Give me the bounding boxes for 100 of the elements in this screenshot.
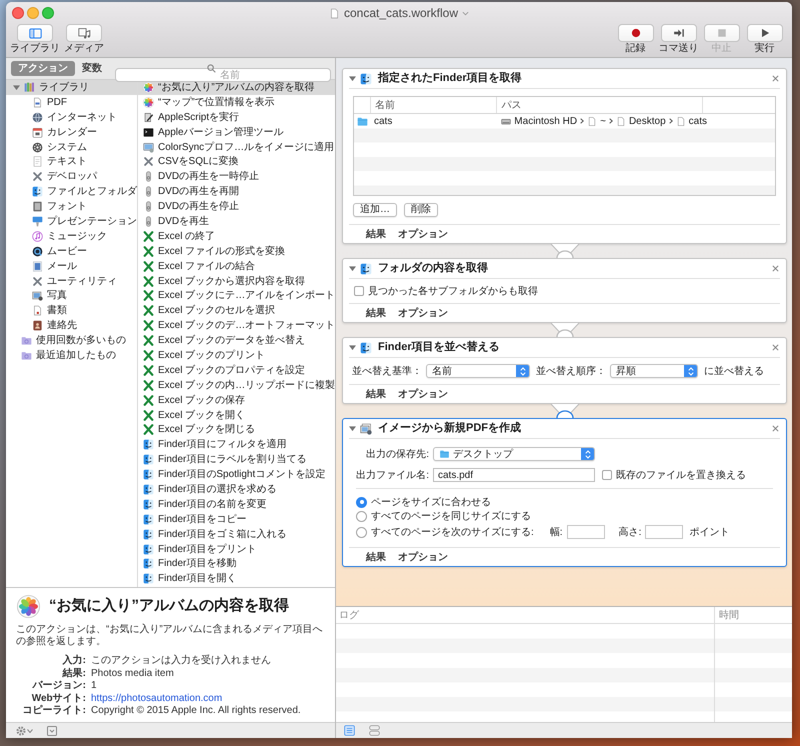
- action-list-item[interactable]: Excel ブックのデ…オートフォーマット: [138, 318, 335, 334]
- action-list-item[interactable]: DVDを再生: [138, 214, 335, 229]
- action-list-item[interactable]: DVDの再生を再開: [138, 184, 335, 200]
- action-list-item[interactable]: DVDの再生を停止: [138, 199, 335, 214]
- action-list-item[interactable]: “マップ”で位置情報を表示: [138, 94, 335, 110]
- library-item[interactable]: ミュージック: [6, 228, 137, 244]
- card-footer-button[interactable]: オプション: [398, 226, 448, 242]
- zoom-button[interactable]: [42, 7, 54, 19]
- split-view-icon[interactable]: [369, 725, 380, 736]
- disclosure-triangle-icon[interactable]: [349, 425, 356, 432]
- card-footer-button[interactable]: オプション: [398, 306, 448, 320]
- action-list-item[interactable]: Finder項目をコピー: [138, 512, 335, 527]
- card-footer-button[interactable]: 結果: [366, 306, 386, 320]
- library-item[interactable]: 書類: [6, 303, 137, 318]
- path-component[interactable]: Macintosh HD: [501, 114, 578, 129]
- checkbox[interactable]: [602, 470, 612, 480]
- radio-button[interactable]: [356, 526, 367, 538]
- column-header[interactable]: 名前: [371, 97, 498, 113]
- run-button[interactable]: [746, 24, 782, 42]
- action-list-item[interactable]: Excel ブックから選択内容を取得: [138, 274, 335, 288]
- action-list-item[interactable]: Finder項目の名前を変更: [138, 496, 335, 512]
- list-view-icon[interactable]: [344, 725, 355, 736]
- library-item[interactable]: デベロッパ: [6, 169, 137, 184]
- card-footer-button[interactable]: 結果: [366, 386, 386, 402]
- library-item[interactable]: 写真: [6, 288, 137, 304]
- action-list-item[interactable]: Excel ブックのデータを並べ替え: [138, 333, 335, 348]
- disclosure-triangle-icon[interactable]: [13, 84, 20, 91]
- library-item[interactable]: プレゼンテーション: [6, 214, 137, 229]
- card-footer-button[interactable]: 結果: [366, 226, 386, 242]
- action-list-item[interactable]: Excel ブックを開く: [138, 408, 335, 422]
- disclosure-triangle-icon[interactable]: [349, 75, 356, 82]
- action-list-item[interactable]: Excel ブックの保存: [138, 392, 335, 408]
- action-list-item[interactable]: Excel ファイルの結合: [138, 258, 335, 274]
- column-header[interactable]: 時間: [714, 607, 792, 623]
- action-list-item[interactable]: Excel ブックにテ…アイルをインポート: [138, 288, 335, 304]
- library-item[interactable]: テキスト: [6, 154, 137, 170]
- action-menu-button[interactable]: [16, 726, 33, 736]
- radio-button[interactable]: [356, 496, 367, 508]
- action-list-item[interactable]: Finder項目をプリント: [138, 542, 335, 556]
- sort-order-popup[interactable]: 昇順: [610, 364, 698, 378]
- library-item[interactable]: 最近追加したもの: [6, 348, 137, 363]
- library-item[interactable]: ファイルとフォルダ: [6, 184, 137, 200]
- library-item[interactable]: ユーティリティ: [6, 274, 137, 288]
- disclosure-triangle-icon[interactable]: [349, 265, 356, 272]
- path-component[interactable]: ~: [587, 114, 606, 129]
- action-list-item[interactable]: Excel ブックの内…リップボードに複製: [138, 378, 335, 393]
- library-item[interactable]: ライブラリ: [6, 80, 137, 95]
- path-component[interactable]: cats: [676, 114, 707, 129]
- sidebar-toggle-button[interactable]: [17, 24, 53, 42]
- action-list-item[interactable]: Finder項目をゴミ箱に入れる: [138, 526, 335, 542]
- library-item[interactable]: インターネット: [6, 110, 137, 125]
- action-list-item[interactable]: ColorSyncプロフ…ルをイメージに適用: [138, 140, 335, 154]
- library-item[interactable]: PDF: [6, 94, 137, 110]
- action-list-item[interactable]: Finder項目を開く: [138, 571, 335, 586]
- chevron-box-icon[interactable]: [47, 726, 57, 736]
- action-list-item[interactable]: Finder項目を移動: [138, 556, 335, 572]
- close-icon[interactable]: [772, 265, 779, 272]
- action-list-item[interactable]: Excel ファイルの形式を変換: [138, 244, 335, 259]
- card-footer-button[interactable]: オプション: [398, 386, 448, 402]
- close-icon[interactable]: [772, 75, 779, 82]
- card-footer-button[interactable]: オプション: [398, 550, 448, 564]
- table-cell[interactable]: cats: [371, 114, 498, 129]
- library-item[interactable]: ムービー: [6, 244, 137, 259]
- search-field[interactable]: 名前: [115, 68, 331, 82]
- library-item[interactable]: システム: [6, 140, 137, 154]
- action-list-item[interactable]: AppleScriptを実行: [138, 110, 335, 125]
- library-item[interactable]: 連絡先: [6, 318, 137, 334]
- close-icon[interactable]: [772, 425, 779, 432]
- library-item[interactable]: カレンダー: [6, 124, 137, 140]
- width-field[interactable]: [566, 525, 605, 539]
- action-list-item[interactable]: Excel ブックのセルを選択: [138, 303, 335, 318]
- record-button[interactable]: [618, 24, 654, 42]
- height-field[interactable]: [645, 525, 684, 539]
- website-link[interactable]: https://photosautomation.com: [91, 692, 222, 705]
- panel-tab[interactable]: 変数: [75, 61, 109, 76]
- push-button[interactable]: 追加…: [353, 203, 397, 217]
- step-button[interactable]: [660, 24, 696, 42]
- minimize-button[interactable]: [27, 7, 39, 19]
- library-item[interactable]: 使用回数が多いもの: [6, 333, 137, 348]
- path-component[interactable]: Desktop: [616, 114, 666, 129]
- action-list-item[interactable]: CSVをSQLに変換: [138, 154, 335, 170]
- disclosure-triangle-icon[interactable]: [349, 344, 356, 351]
- file-name-field[interactable]: cats.pdf: [433, 468, 595, 482]
- action-list-item[interactable]: Finder項目のSpotlightコメントを設定: [138, 467, 335, 482]
- column-header[interactable]: パス: [497, 97, 704, 113]
- close-icon[interactable]: [772, 344, 779, 351]
- action-list-item[interactable]: Finder項目の選択を求める: [138, 482, 335, 497]
- action-list-item[interactable]: DVDの再生を一時停止: [138, 169, 335, 184]
- action-list-item[interactable]: Excel ブックのプリント: [138, 348, 335, 363]
- sort-key-popup[interactable]: 名前: [426, 364, 530, 378]
- push-button[interactable]: 削除: [404, 203, 438, 217]
- action-list-item[interactable]: Excel の終了: [138, 228, 335, 244]
- action-list-item[interactable]: Finder項目にラベルを割り当てる: [138, 452, 335, 468]
- library-item[interactable]: フォント: [6, 199, 137, 214]
- action-list-item[interactable]: Finder項目にフィルタを適用: [138, 437, 335, 452]
- radio-button[interactable]: [356, 510, 367, 522]
- chevron-down-icon[interactable]: [462, 10, 470, 16]
- checkbox[interactable]: [354, 286, 364, 296]
- close-button[interactable]: [12, 7, 24, 19]
- action-list-item[interactable]: Appleバージョン管理ツール: [138, 124, 335, 140]
